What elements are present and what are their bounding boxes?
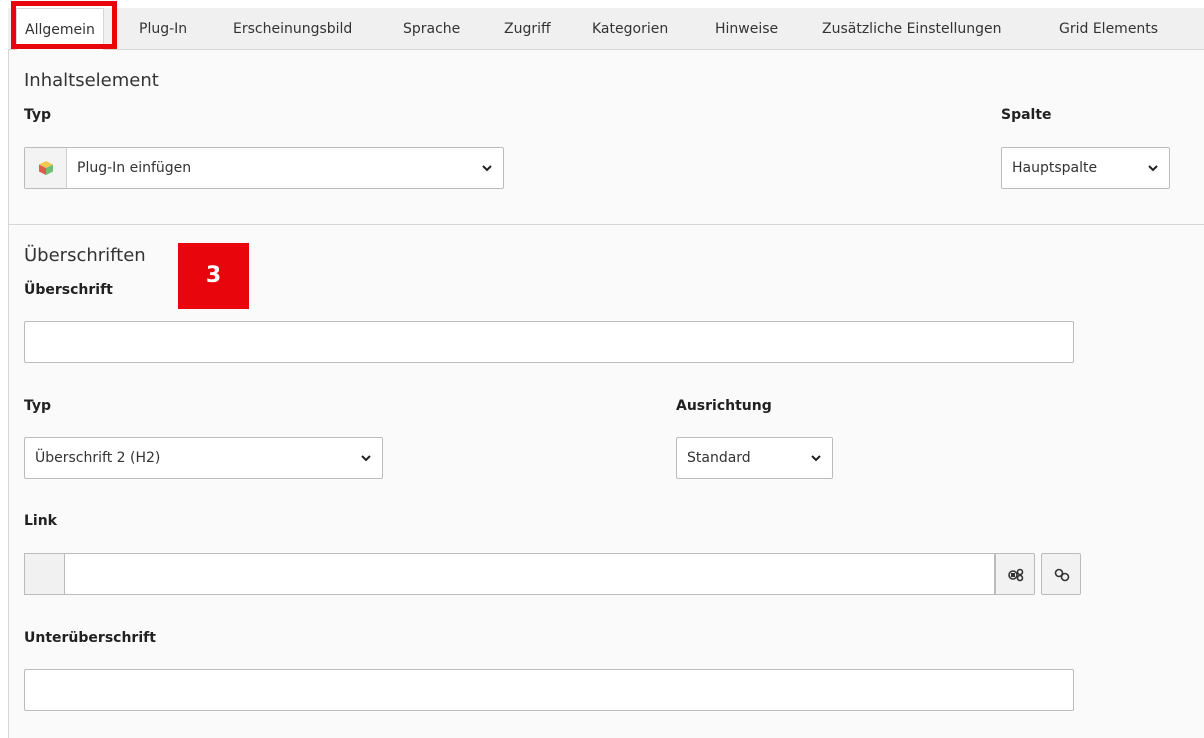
link-label: Link [24,513,57,529]
section-title-content-element: Inhaltselement [24,70,159,91]
type-label: Typ [24,107,52,123]
plugin-cube-icon [25,148,67,188]
column-select[interactable]: Hauptspalte [1001,147,1170,189]
tab-erscheinungsbild[interactable]: Erscheinungsbild [233,8,352,50]
alignment-label: Ausrichtung [676,398,772,414]
alignment-select[interactable]: Standard [676,437,833,479]
chevron-down-icon [811,455,821,462]
tab-plug-in[interactable]: Plug-In [139,8,187,50]
header-label: Überschrift [24,282,113,298]
tab-zusaetzliche-einstellungen[interactable]: Zusätzliche Einstellungen [822,8,1002,50]
link-chain-button[interactable] [1041,553,1081,595]
link-input[interactable] [64,553,995,595]
section-divider [8,224,1204,225]
tab-bar: Allgemein Plug-In Erscheinungsbild Sprac… [8,8,1204,51]
chevron-down-icon [482,165,492,172]
link-icon [1054,568,1070,582]
tab-hinweise[interactable]: Hinweise [715,8,778,50]
link-browser-button[interactable] [995,553,1035,595]
header-input[interactable] [24,321,1074,363]
header-type-select[interactable]: Überschrift 2 (H2) [24,437,383,479]
column-value: Hauptspalte [1012,160,1098,176]
alignment-value: Standard [687,450,751,466]
chevron-down-icon [1148,165,1158,172]
link-type-addon [24,553,65,595]
column-label: Spalte [1001,107,1052,123]
header-type-label: Typ [24,398,52,414]
tab-allgemein[interactable]: Allgemein [16,8,104,51]
content-type-value: Plug-In einfügen [77,160,192,176]
tab-zugriff[interactable]: Zugriff [504,8,551,50]
tab-grid-elements[interactable]: Grid Elements [1059,8,1158,50]
step-number-badge: 3 [178,243,249,309]
chevron-down-icon [361,455,371,462]
section-title-headers: Überschriften [24,245,146,266]
tab-kategorien[interactable]: Kategorien [592,8,668,50]
header-type-value: Überschrift 2 (H2) [35,450,161,466]
subheader-input[interactable] [24,669,1074,711]
tab-sprache[interactable]: Sprache [403,8,460,50]
content-type-select[interactable]: Plug-In einfügen [24,147,504,189]
subheader-label: Unterüberschrift [24,630,156,646]
link-browse-icon [1008,568,1024,582]
